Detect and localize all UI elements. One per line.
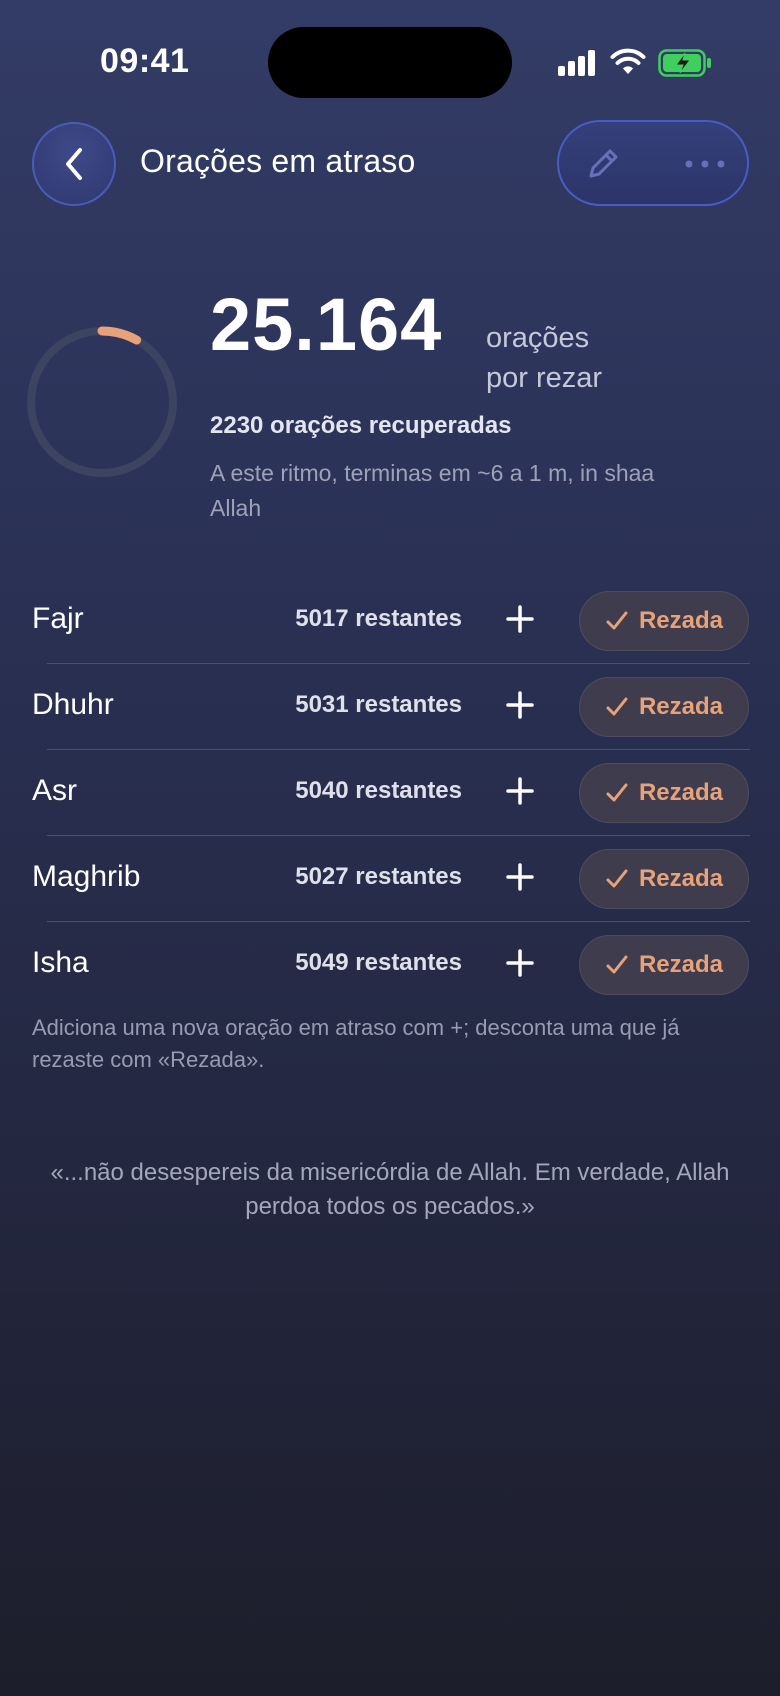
prayer-row-isha: Isha 5049 restantes Rezada <box>0 922 780 1008</box>
page-title: Orações em atraso <box>140 143 416 179</box>
mark-prayed-button[interactable]: Rezada <box>579 763 749 823</box>
dynamic-island <box>268 27 512 98</box>
mark-prayed-label: Rezada <box>638 607 724 634</box>
prayer-name: Fajr <box>32 602 84 635</box>
prayer-row-fajr: Fajr 5017 restantes Rezada <box>0 578 780 664</box>
prayer-name: Maghrib <box>32 860 141 893</box>
add-missed-prayer-button[interactable] <box>500 685 540 725</box>
prayer-name: Asr <box>32 774 77 807</box>
mark-prayed-button[interactable]: Rezada <box>579 677 749 737</box>
prayer-remaining: 5040 restantes <box>295 777 462 804</box>
prayer-list: Fajr 5017 restantes Rezada Dhuhr 5031 re… <box>0 578 780 1008</box>
prayer-row-maghrib: Maghrib 5027 restantes Rezada <box>0 836 780 922</box>
quran-quote: «...não desespereis da misericórdia de A… <box>50 1159 730 1220</box>
add-missed-prayer-button[interactable] <box>500 943 540 983</box>
header-actions <box>557 120 749 206</box>
checkmark-icon <box>606 697 628 716</box>
pending-count-unit: orações por rezar <box>486 318 666 398</box>
cellular-signal-icon <box>558 50 598 76</box>
plus-icon <box>506 863 534 891</box>
battery-charging-icon <box>658 49 711 77</box>
prayer-remaining: 5027 restantes <box>295 863 462 890</box>
prayer-remaining: 5017 restantes <box>295 605 462 632</box>
add-missed-prayer-button[interactable] <box>500 857 540 897</box>
mark-prayed-label: Rezada <box>638 865 724 892</box>
checkmark-icon <box>606 611 628 630</box>
plus-icon <box>506 777 534 805</box>
plus-icon <box>506 949 534 977</box>
pending-unit-line1: orações <box>486 322 590 354</box>
add-missed-prayer-button[interactable] <box>500 599 540 639</box>
mark-prayed-label: Rezada <box>638 779 724 806</box>
usage-hint: Adiciona uma nova oração em atraso com +… <box>32 1015 680 1072</box>
ellipsis-icon[interactable] <box>683 152 727 176</box>
prayer-row-dhuhr: Dhuhr 5031 restantes Rezada <box>0 664 780 750</box>
mark-prayed-button[interactable]: Rezada <box>579 849 749 909</box>
pending-count: 25.164 <box>210 283 443 366</box>
mark-prayed-label: Rezada <box>638 693 724 720</box>
chevron-left-icon <box>66 148 82 180</box>
status-bar: 09:41 <box>0 0 780 120</box>
prayer-row-asr: Asr 5040 restantes Rezada <box>0 750 780 836</box>
wifi-icon <box>610 48 646 74</box>
recovered-count: 2230 orações recuperadas <box>210 412 512 439</box>
plus-icon <box>506 605 534 633</box>
pending-unit-line2: por rezar <box>486 362 603 394</box>
back-button[interactable] <box>32 122 116 206</box>
prayer-name: Isha <box>32 946 89 979</box>
prayer-remaining: 5049 restantes <box>295 949 462 976</box>
mark-prayed-button[interactable]: Rezada <box>579 591 749 651</box>
completion-estimate: A este ritmo, terminas em ~6 a 1 m, in s… <box>210 460 655 521</box>
mark-prayed-label: Rezada <box>638 951 724 978</box>
mark-prayed-button[interactable]: Rezada <box>579 935 749 995</box>
checkmark-icon <box>606 955 628 974</box>
add-missed-prayer-button[interactable] <box>500 771 540 811</box>
status-time: 09:41 <box>100 42 190 80</box>
prayer-name: Dhuhr <box>32 688 114 721</box>
plus-icon <box>506 691 534 719</box>
prayer-remaining: 5031 restantes <box>295 691 462 718</box>
progress-ring <box>26 326 178 478</box>
checkmark-icon <box>606 783 628 802</box>
pencil-icon[interactable] <box>583 144 623 184</box>
checkmark-icon <box>606 869 628 888</box>
